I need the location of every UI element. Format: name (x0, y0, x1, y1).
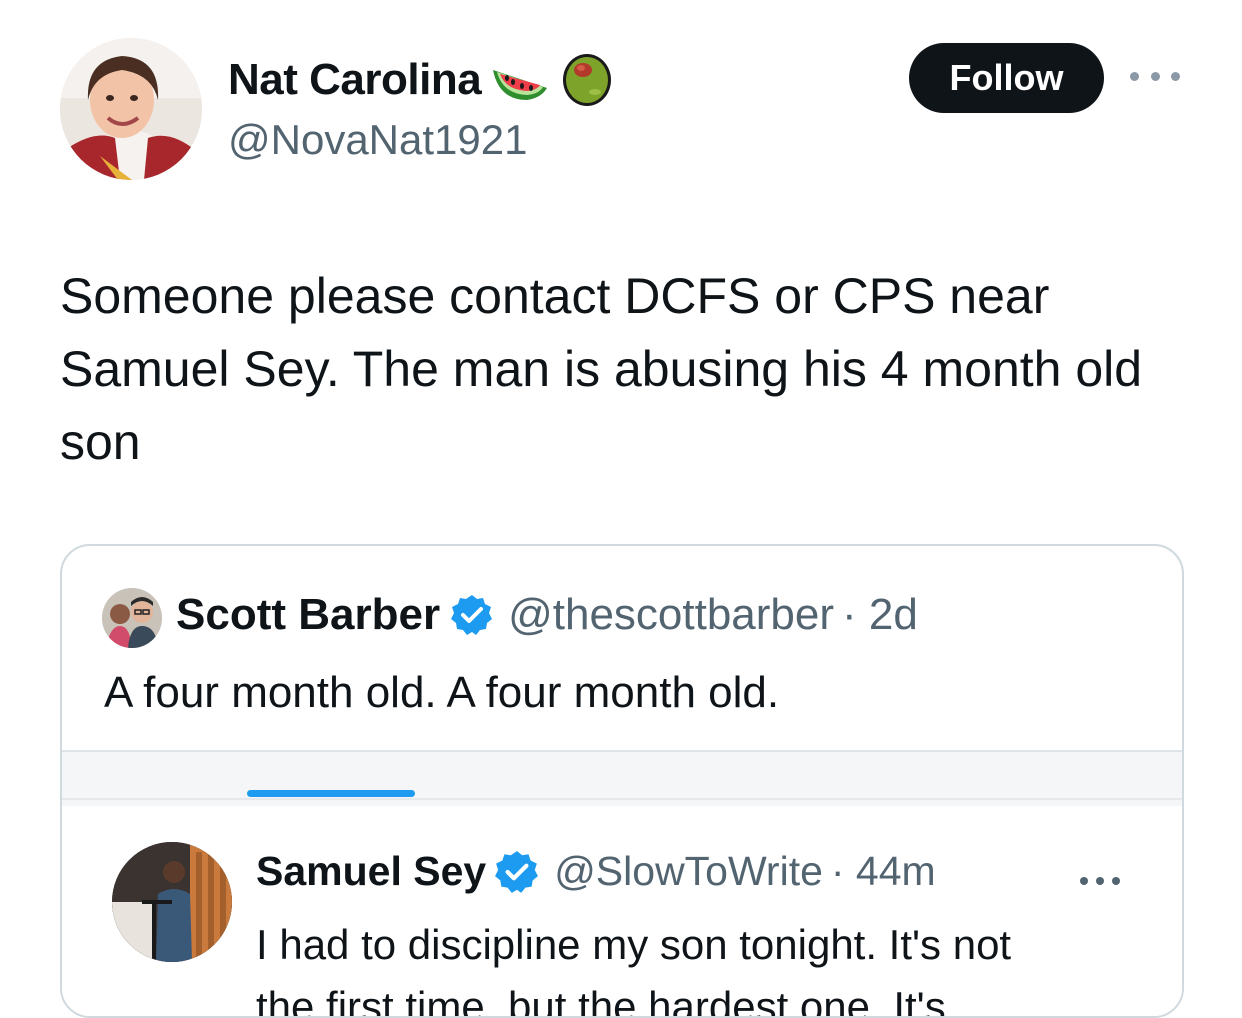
embedded-author-handle: @SlowToWrite (554, 848, 823, 894)
author-name-row[interactable]: Nat Carolina (228, 52, 617, 108)
quoted-post[interactable]: Scott Barber @thescottbarber · 2d A four… (60, 544, 1184, 1018)
tab-underline-divider (62, 798, 1182, 800)
verified-badge-icon (450, 593, 494, 637)
embedded-timestamp: · 44m (830, 848, 936, 894)
embedded-author-name: Samuel Sey (256, 848, 487, 894)
quoted-author-name[interactable]: Scott Barber (176, 590, 440, 640)
author-avatar[interactable] (60, 38, 202, 180)
active-tab-indicator (247, 790, 415, 797)
follow-button[interactable]: Follow (909, 43, 1104, 113)
embedded-text: I had to discipline my son tonight. It's… (256, 921, 1012, 968)
watermelon-icon (489, 52, 549, 108)
embedded-post: Samuel Sey @SlowToWrite · 44m I had to d… (62, 806, 1182, 1018)
quoted-timestamp: · 2d (842, 590, 918, 639)
olive-icon (557, 52, 617, 108)
author-name[interactable]: Nat Carolina (228, 55, 482, 105)
author-handle[interactable]: @NovaNat1921 (228, 116, 527, 164)
post-text: Someone please contact DCFS or CPS near … (60, 268, 1143, 470)
more-options-icon[interactable] (1130, 64, 1180, 88)
quoted-author-handle[interactable]: @thescottbarber (508, 590, 834, 640)
embedded-more-icon (1080, 874, 1120, 888)
embedded-text-cut: the first time, but the hardest one. It'… (256, 983, 946, 1018)
quoted-header: Scott Barber @thescottbarber · 2d (176, 590, 918, 640)
embedded-screenshot: Samuel Sey @SlowToWrite · 44m I had to d… (62, 752, 1182, 1018)
embedded-author-avatar (112, 842, 232, 962)
quoted-author-avatar[interactable] (102, 588, 162, 648)
verified-badge-icon (494, 849, 540, 895)
quoted-text: A four month old. A four month old. (104, 668, 780, 717)
embedded-header: Samuel Sey @SlowToWrite · 44m (256, 848, 936, 895)
